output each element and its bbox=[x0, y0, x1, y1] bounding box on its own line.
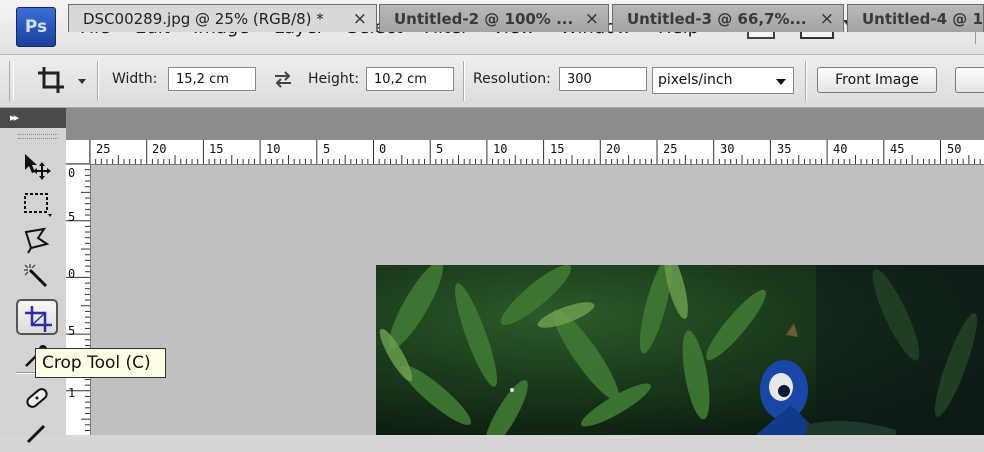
crop-preset-icon[interactable] bbox=[36, 65, 66, 95]
ruler-label: 1 bbox=[68, 386, 76, 400]
options-bar: Width: 15,2 cm Height: 10,2 cm Resolutio… bbox=[0, 55, 984, 108]
options-grip[interactable] bbox=[9, 61, 14, 101]
ruler-label: 5 bbox=[68, 324, 76, 338]
move-tool[interactable] bbox=[16, 148, 58, 184]
ruler-label: 15 bbox=[550, 142, 565, 156]
ruler-label: 40 bbox=[833, 142, 848, 156]
height-label: Height: bbox=[308, 71, 359, 87]
close-icon[interactable]: × bbox=[585, 5, 599, 32]
ruler-label: 15 bbox=[209, 142, 224, 156]
front-image-button[interactable]: Front Image bbox=[817, 67, 937, 93]
ruler-label: 0 bbox=[68, 267, 76, 281]
move-icon bbox=[25, 154, 51, 180]
options-divider bbox=[463, 61, 465, 101]
lasso-tool[interactable] bbox=[16, 222, 58, 258]
ruler-label: 30 bbox=[720, 142, 735, 156]
photoshop-logo[interactable]: Ps bbox=[16, 7, 56, 47]
crop-icon bbox=[25, 306, 52, 332]
document-tab-bar bbox=[66, 108, 984, 140]
close-icon[interactable]: × bbox=[820, 5, 834, 32]
tab-untitled-4[interactable]: Untitled-4 @ 1 bbox=[847, 4, 984, 32]
collapse-panel-icon[interactable]: ▸▸ bbox=[10, 111, 19, 124]
tab-label: Untitled-2 @ 100% ... bbox=[394, 10, 574, 28]
tools-grip[interactable] bbox=[18, 134, 58, 139]
ruler-label: 20 bbox=[152, 142, 167, 156]
ruler-label: 25 bbox=[663, 142, 678, 156]
resolution-field[interactable]: 300 bbox=[559, 67, 647, 91]
tab-label: DSC00289.jpg @ 25% (RGB/8) * bbox=[83, 10, 324, 28]
chevron-down-icon bbox=[776, 79, 786, 85]
height-field[interactable]: 10,2 cm bbox=[366, 67, 454, 91]
crop-preset-dropdown-icon[interactable] bbox=[78, 79, 86, 84]
options-divider bbox=[805, 61, 807, 101]
tab-untitled-2[interactable]: Untitled-2 @ 100% ... × bbox=[379, 4, 609, 32]
tab-label: Untitled-3 @ 66,7%... bbox=[627, 10, 807, 28]
vertical-ruler[interactable]: 0 5 0 5 1 bbox=[66, 164, 91, 435]
brush-icon bbox=[26, 424, 46, 444]
horizontal-ruler[interactable]: 25 20 15 10 5 0 5 10 15 20 25 30 35 40 4… bbox=[66, 140, 984, 165]
ruler-label: 10 bbox=[493, 142, 508, 156]
ruler-label: 10 bbox=[266, 142, 281, 156]
close-icon[interactable]: × bbox=[353, 5, 367, 32]
ruler-label: 50 bbox=[947, 142, 962, 156]
ruler-label: 5 bbox=[436, 142, 444, 156]
magic-wand-tool[interactable] bbox=[16, 258, 58, 294]
resolution-label: Resolution: bbox=[473, 71, 551, 87]
tab-dsc00289[interactable]: DSC00289.jpg @ 25% (RGB/8) * × bbox=[68, 4, 377, 32]
clear-button[interactable] bbox=[955, 67, 984, 93]
tab-untitled-3[interactable]: Untitled-3 @ 66,7%... × bbox=[612, 4, 844, 32]
width-field[interactable]: 15,2 cm bbox=[168, 67, 256, 91]
magic-wand-icon bbox=[24, 264, 48, 288]
swap-dimensions-icon[interactable] bbox=[273, 69, 293, 89]
ruler-label: 0 bbox=[379, 142, 387, 156]
marquee-tool[interactable] bbox=[16, 186, 58, 222]
ruler-label: 35 bbox=[777, 142, 792, 156]
ruler-label: 5 bbox=[68, 210, 76, 224]
options-divider bbox=[97, 61, 99, 101]
brush-tool[interactable] bbox=[16, 416, 58, 452]
marquee-icon bbox=[24, 193, 52, 217]
tab-label: Untitled-4 @ 1 bbox=[862, 10, 983, 28]
tools-panel-header[interactable]: ▸▸ bbox=[0, 108, 66, 128]
healing-brush-icon bbox=[26, 388, 48, 408]
crop-tool[interactable] bbox=[16, 299, 58, 335]
ruler-label: 0 bbox=[68, 166, 76, 180]
document-image[interactable] bbox=[376, 265, 984, 435]
resolution-unit-value: pixels/inch bbox=[658, 72, 733, 88]
peacock-photo bbox=[376, 265, 984, 435]
ruler-label: 45 bbox=[890, 142, 905, 156]
lasso-icon bbox=[24, 227, 50, 254]
ruler-label: 25 bbox=[96, 142, 111, 156]
tools-panel bbox=[0, 128, 67, 444]
ruler-label: 5 bbox=[323, 142, 331, 156]
crop-tool-tooltip: Crop Tool (C) bbox=[35, 348, 166, 378]
ruler-origin[interactable] bbox=[66, 140, 90, 164]
resolution-unit-select[interactable]: pixels/inch bbox=[652, 67, 794, 94]
ruler-label: 20 bbox=[606, 142, 621, 156]
width-label: Width: bbox=[112, 71, 158, 87]
healing-brush-tool[interactable] bbox=[16, 380, 58, 416]
